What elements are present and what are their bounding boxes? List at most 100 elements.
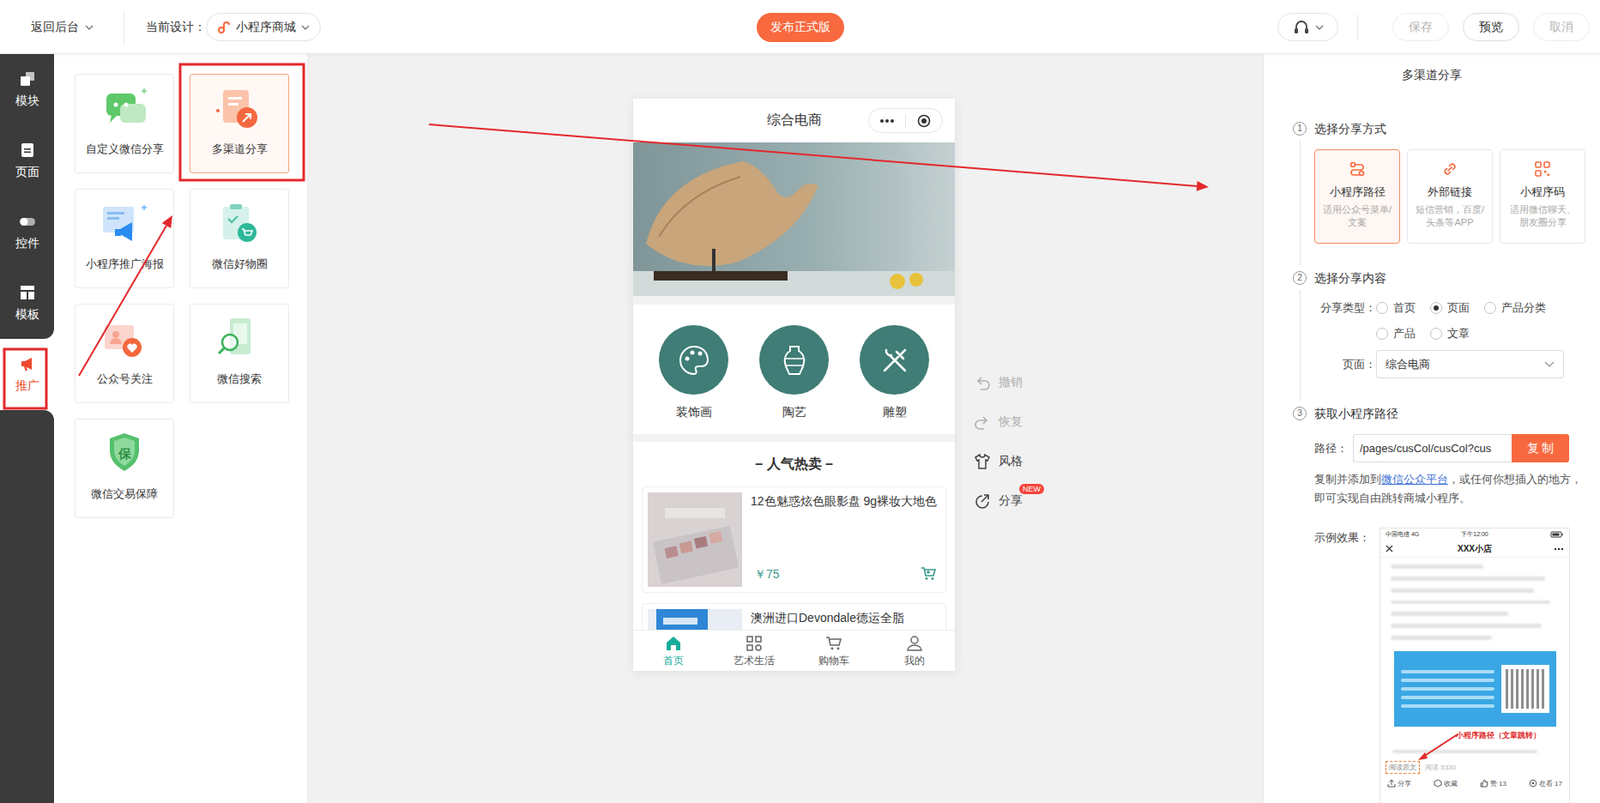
category-row: 装饰画 陶艺 雕塑 bbox=[633, 304, 955, 435]
component-label: 公众号关注 bbox=[96, 371, 153, 387]
radio-label: 页面 bbox=[1447, 300, 1470, 316]
tab-item[interactable]: 艺术生活 bbox=[713, 630, 795, 671]
battery-icon bbox=[1550, 531, 1564, 538]
article-action[interactable]: 分享 bbox=[1387, 778, 1412, 789]
option-title: 小程序码 bbox=[1520, 184, 1565, 200]
article-action[interactable]: 赞 13 bbox=[1479, 778, 1507, 789]
tool-button: 恢复 bbox=[973, 402, 1023, 442]
panel-title: 多渠道分享 bbox=[1263, 54, 1600, 97]
sidebar-item[interactable]: 推广 bbox=[0, 338, 55, 411]
design-name: 小程序商城 bbox=[235, 19, 296, 36]
tab-item[interactable]: 我的 bbox=[874, 630, 955, 671]
back-to-admin[interactable]: 返回后台 bbox=[0, 10, 125, 45]
settings-panel: 多渠道分享1选择分享方式小程序路径适用公众号菜单/文案外部链接短信营销，百度/头… bbox=[1262, 54, 1600, 803]
sidebar-item[interactable]: 页面 bbox=[0, 125, 55, 197]
capsule-menu[interactable] bbox=[868, 108, 943, 133]
radio-circle bbox=[1484, 301, 1497, 314]
category-item[interactable]: 装饰画 bbox=[643, 325, 744, 435]
tools-icon bbox=[875, 341, 914, 380]
component-label: 微信交易保障 bbox=[90, 486, 158, 502]
radio-label: 首页 bbox=[1393, 300, 1416, 316]
sidebar-item[interactable]: 模板 bbox=[0, 267, 55, 339]
tool-label: 撤销 bbox=[998, 374, 1023, 389]
component-card[interactable]: 公众号关注 bbox=[74, 303, 175, 404]
tab-item[interactable]: 首页 bbox=[633, 630, 714, 671]
article-action[interactable]: 收藏 bbox=[1433, 778, 1458, 789]
wechat-chat-icon bbox=[94, 84, 155, 133]
sidebar-label: 模板 bbox=[15, 307, 40, 323]
step: 1选择分享方式小程序路径适用公众号菜单/文案外部链接短信营销，百度/头条等APP… bbox=[1292, 119, 1600, 269]
category-label: 装饰画 bbox=[676, 404, 713, 421]
product-name: 澳洲进口Devondale德运全脂 bbox=[750, 609, 941, 627]
article-action[interactable]: 在看 17 bbox=[1528, 778, 1563, 789]
component-label: 微信好物圈 bbox=[211, 256, 268, 272]
control-icon bbox=[18, 212, 37, 230]
category-item[interactable]: 雕塑 bbox=[844, 325, 945, 435]
step-number: 3 bbox=[1292, 406, 1307, 421]
copy-button[interactable]: 复 制 bbox=[1511, 434, 1570, 463]
radio-label: 文章 bbox=[1447, 326, 1470, 342]
product-photo bbox=[647, 492, 743, 587]
component-card[interactable]: 多渠道分享 bbox=[189, 73, 290, 174]
follow-heart-icon bbox=[94, 314, 155, 363]
category-label: 陶艺 bbox=[782, 404, 807, 421]
radio-circle bbox=[1376, 327, 1389, 340]
sidebar-item[interactable]: 模块 bbox=[0, 54, 55, 126]
component-card[interactable]: 小程序推广海报 bbox=[74, 188, 175, 289]
annotation-overlay bbox=[0, 0, 1600, 803]
path-value: /pages/cusCol/cusCol?cus bbox=[1359, 441, 1492, 455]
share-type-radio[interactable]: 产品分类 bbox=[1484, 299, 1546, 317]
share-method-option[interactable]: 外部链接短信营销，百度/头条等APP bbox=[1406, 149, 1493, 244]
product-card[interactable]: 澳洲进口Devondale德运全脂 bbox=[641, 603, 947, 630]
tool-label: 分享 bbox=[998, 493, 1023, 508]
share-icon bbox=[1387, 778, 1396, 788]
component-card[interactable]: 自定义微信分享 bbox=[74, 73, 175, 174]
tab-label: 艺术生活 bbox=[733, 653, 775, 669]
option-title: 小程序路径 bbox=[1329, 184, 1386, 200]
add-to-cart[interactable] bbox=[919, 565, 937, 584]
share-type-label: 分享类型： bbox=[1314, 299, 1377, 317]
page-select[interactable]: 综合电商 bbox=[1376, 350, 1564, 379]
path-label: 路径： bbox=[1314, 440, 1353, 457]
publish-button[interactable]: 发布正式版 bbox=[756, 12, 845, 43]
phone-search-icon bbox=[209, 314, 270, 363]
callout-label: 小程序路径（文章跳转） bbox=[1380, 726, 1570, 744]
component-card[interactable]: 微信好物圈 bbox=[189, 188, 290, 289]
megaphone-icon bbox=[18, 355, 37, 373]
share-method-option[interactable]: 小程序码适用微信聊天、朋友圈分享 bbox=[1499, 149, 1586, 244]
path-field[interactable]: /pages/cusCol/cusCol?cus bbox=[1352, 434, 1512, 463]
step-title: 选择分享方式 bbox=[1314, 119, 1600, 139]
page-title: 综合电商 bbox=[766, 111, 822, 130]
wechat-platform-link[interactable]: 微信公众平台 bbox=[1381, 472, 1449, 486]
share-type-radio[interactable]: 首页 bbox=[1376, 299, 1431, 317]
close-target-icon bbox=[905, 114, 942, 128]
tool-button[interactable]: 分享NEW bbox=[973, 481, 1023, 521]
vase-icon bbox=[775, 341, 814, 380]
tool-button[interactable]: 风格 bbox=[973, 441, 1023, 482]
tab-item[interactable]: 购物车 bbox=[794, 630, 876, 671]
svg-text:保: 保 bbox=[117, 446, 133, 461]
share-method-option[interactable]: 小程序路径适用公众号菜单/文案 bbox=[1314, 149, 1401, 244]
watching-icon bbox=[1528, 778, 1538, 788]
share-type-radio[interactable]: 页面 bbox=[1430, 299, 1485, 317]
support-menu[interactable] bbox=[1277, 12, 1339, 42]
share-type-radio[interactable]: 产品 bbox=[1376, 325, 1431, 343]
cart-icon bbox=[919, 565, 937, 581]
component-card[interactable]: 微信搜索 bbox=[189, 303, 290, 404]
qr-code-icon bbox=[1533, 160, 1552, 178]
category-item[interactable]: 陶艺 bbox=[743, 325, 845, 435]
tab-label: 我的 bbox=[904, 653, 925, 669]
product-name: 12色魅惑炫色眼影盘 9g裸妆大地色 bbox=[750, 492, 941, 510]
product-card[interactable]: 12色魅惑炫色眼影盘 9g裸妆大地色￥75 bbox=[641, 486, 947, 593]
component-card[interactable]: 保微信交易保障 bbox=[74, 418, 175, 519]
example-label: 示例效果： bbox=[1314, 527, 1380, 546]
chevron-down-icon bbox=[301, 24, 310, 31]
banner-photo bbox=[633, 142, 955, 296]
path-icon bbox=[1348, 160, 1366, 178]
template-icon bbox=[18, 283, 37, 302]
design-selector[interactable]: 小程序商城 bbox=[205, 12, 321, 42]
preview-button[interactable]: 预览 bbox=[1462, 12, 1520, 42]
sidebar-item[interactable]: 控件 bbox=[0, 196, 55, 268]
share-type-radio[interactable]: 文章 bbox=[1430, 325, 1485, 343]
new-badge: NEW bbox=[1019, 483, 1045, 495]
